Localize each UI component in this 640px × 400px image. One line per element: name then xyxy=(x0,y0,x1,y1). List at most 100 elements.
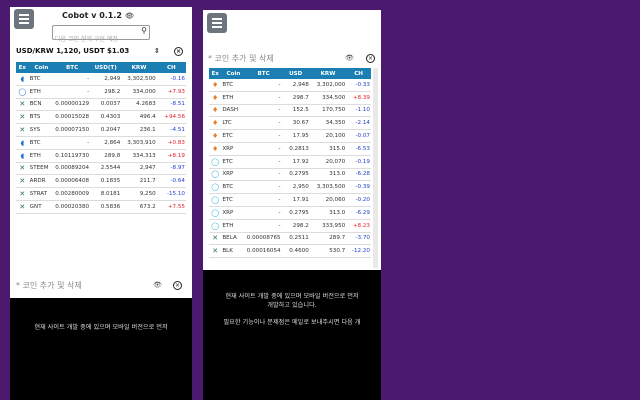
table-row[interactable]: ◯ XRP -0.2795 313.0 -6.29 xyxy=(209,206,371,220)
coin-cell: XRP xyxy=(221,206,246,220)
coin-cell: ETC xyxy=(221,155,246,169)
app-title: Cobot v 0.1.2 👁 xyxy=(62,11,134,20)
table-row[interactable]: ◯ ETC -17.92 20,070 -0.19 xyxy=(209,155,371,169)
table-header-cell[interactable]: KRW xyxy=(309,68,347,79)
table-header-row: Ex Coin BTC USD(T) KRW CH xyxy=(16,62,186,73)
usd-cell: 298.2 xyxy=(281,219,310,233)
table-row[interactable]: ✕ GNT 0.00020380 0.5836 673.2 +7.55 xyxy=(16,200,186,214)
change-cell: +8.19 xyxy=(156,149,186,163)
table-row[interactable]: ♦ BTC -2,948 3,302,000 -0.33 xyxy=(209,79,371,92)
table-header-cell[interactable]: BTC xyxy=(245,68,282,79)
table-row[interactable]: ◖ BTC -2,864 3,303,910 +0.83 xyxy=(16,136,186,150)
search-input[interactable] xyxy=(53,34,137,45)
krw-cell: 3,302,000 xyxy=(309,79,347,92)
table-row[interactable]: ◯ BTC -2,950 3,303,500 -0.39 xyxy=(209,180,371,195)
scrollbar[interactable] xyxy=(373,68,378,268)
coin-table-right: Ex Coin BTC USD KRW CH ♦ BTC -2,948 3,302,000 -0.… xyxy=(209,68,371,259)
table-row[interactable]: ✕ BELA 0.00008765 0.2511 289.7 -3.70 xyxy=(209,232,371,246)
btc-cell: - xyxy=(245,168,282,182)
table-row[interactable]: ✕ BTS 0.00015028 0.4303 496.4 +94.56 xyxy=(16,110,186,125)
exchange-icon: ✕ xyxy=(16,174,29,189)
table-row[interactable]: ✕ BLK 0.00016054 0.4600 530.7 -12.20 xyxy=(209,244,371,259)
table-header-cell[interactable]: USD xyxy=(281,68,310,79)
krw-cell: 236.1 xyxy=(121,123,157,137)
usd-cell: 0.2795 xyxy=(281,168,310,182)
menu-button[interactable] xyxy=(207,13,227,33)
table-row[interactable]: ✕ BCN 0.00000129 0.0037 4.2683 -8.51 xyxy=(16,98,186,112)
bittrex-icon: ◖ xyxy=(20,138,25,147)
krw-cell: 673.2 xyxy=(121,200,157,214)
table-header-cell[interactable]: Ex xyxy=(209,68,222,79)
btc-cell: 0.00280009 xyxy=(54,187,91,201)
btc-cell: - xyxy=(54,73,91,86)
table-header-cell[interactable]: Ex xyxy=(16,62,29,73)
krw-cell: 4.2683 xyxy=(121,98,157,112)
table-row[interactable]: ◯ ETH -298.2 333,950 +8.23 xyxy=(209,219,371,233)
change-cell: -0.20 xyxy=(346,193,371,207)
table-row[interactable]: ◖ BTC -2,949 3,302,500 -0.16 xyxy=(16,73,186,86)
poloniex-icon: ✕ xyxy=(19,100,26,109)
table-row[interactable]: ◯ XRP -0.2795 313.0 -6.28 xyxy=(209,168,371,182)
coin-cell: ARDR xyxy=(28,174,55,189)
btc-cell: 0.00089204 xyxy=(54,162,91,176)
btc-cell: - xyxy=(245,193,282,207)
close-icon[interactable]: × xyxy=(173,281,182,290)
notice-footer: 현재 사이트 개발 중에 있으며 모바일 버전으로 먼저 xyxy=(10,298,192,400)
add-coin-bar[interactable]: * 코인 추가 및 삭제 👁 × xyxy=(16,280,186,294)
exchange-icon: ✕ xyxy=(16,110,29,125)
notice-text-block: 현재 사이트 개발 중에 있으며 모바일 버전으로 먼저 개발하고 있습니다. … xyxy=(203,292,381,327)
table-row[interactable]: ♦ XRP -0.2813 315.0 -6.53 xyxy=(209,142,371,156)
table-header-cell[interactable]: Coin xyxy=(28,62,55,73)
change-cell: -4.51 xyxy=(156,123,186,137)
table-row[interactable]: ♦ ETC -17.95 20,100 -0.07 xyxy=(209,129,371,143)
btc-cell: 0.00000129 xyxy=(54,98,91,112)
table-header-cell[interactable]: KRW xyxy=(121,62,157,73)
krw-cell: 496.4 xyxy=(121,110,157,125)
krw-cell: 3,302,500 xyxy=(121,73,157,86)
coin-cell: STEEM xyxy=(28,162,55,176)
coin-cell: DASH xyxy=(221,104,246,118)
table-row[interactable]: ◯ ETC -17.91 20,060 -0.20 xyxy=(209,193,371,207)
menu-button[interactable] xyxy=(14,9,34,29)
search-icon[interactable]: ⚲ xyxy=(141,26,147,35)
sort-icon[interactable]: ⇕ xyxy=(154,47,160,55)
exchange-icon: ✕ xyxy=(209,244,222,259)
coin-cell: STRAT xyxy=(28,187,55,201)
eye-icon[interactable]: 👁 xyxy=(153,281,162,289)
table-row[interactable]: ♦ ETH -298.7 334,500 +8.39 xyxy=(209,91,371,105)
eye-icon[interactable]: 👁 xyxy=(125,12,134,20)
table-header-cell[interactable]: BTC xyxy=(54,62,91,73)
table-row[interactable]: ◖ ETH 0.10119730 289.8 334,313 +8.19 xyxy=(16,149,186,163)
btc-cell: 0.00015028 xyxy=(54,110,91,125)
poloniex-icon: ✕ xyxy=(19,190,26,199)
coin-cell: BELA xyxy=(221,232,246,246)
table-row[interactable]: ◯ ETH -298.2 334,000 +7.93 xyxy=(16,85,186,99)
table-row[interactable]: ✕ STEEM 0.00089204 2.5544 2,947 -8.97 xyxy=(16,162,186,176)
table-row[interactable]: ✕ STRAT 0.00280009 8.0181 9,250 -15.10 xyxy=(16,187,186,201)
coin-cell: BTC xyxy=(28,136,55,150)
btc-cell: - xyxy=(245,91,282,105)
table-row[interactable]: ♦ DASH -152.5 170,750 -1.10 xyxy=(209,104,371,118)
btc-cell: - xyxy=(245,180,282,195)
close-icon[interactable]: × xyxy=(366,54,375,63)
table-row[interactable]: ✕ ARDR 0.00006408 0.1835 211.7 -0.64 xyxy=(16,174,186,189)
btc-cell: 0.00006408 xyxy=(54,174,91,189)
table-header-cell[interactable]: CH xyxy=(156,62,186,73)
app-title-text: Cobot v 0.1.2 xyxy=(62,11,122,20)
close-icon[interactable]: × xyxy=(174,47,183,56)
table-row[interactable]: ✕ SYS 0.00007150 0.2047 236.1 -4.51 xyxy=(16,123,186,137)
krw-cell: 313.0 xyxy=(309,206,347,220)
change-cell: -3.70 xyxy=(346,232,371,246)
usd-cell: 298.7 xyxy=(281,91,310,105)
table-row[interactable]: ♦ LTC -30.67 34,350 -2.14 xyxy=(209,116,371,131)
table-header-cell[interactable]: CH xyxy=(346,68,371,79)
table-header-cell[interactable]: Coin xyxy=(221,68,246,79)
change-cell: -0.07 xyxy=(346,129,371,143)
usd-cell: 0.2795 xyxy=(281,206,310,220)
eye-icon[interactable]: 👁 xyxy=(345,54,354,62)
table-header-cell[interactable]: USD(T) xyxy=(90,62,122,73)
add-coin-bar[interactable]: * 코인 추가 및 삭제 👁 × xyxy=(208,53,378,67)
coin-cell: BLK xyxy=(221,244,246,259)
coin-cell: ETH xyxy=(221,219,246,233)
left-panel: Cobot v 0.1.2👁 ⚲ USD/KRW 1,120, USDT $1.… xyxy=(10,7,192,400)
